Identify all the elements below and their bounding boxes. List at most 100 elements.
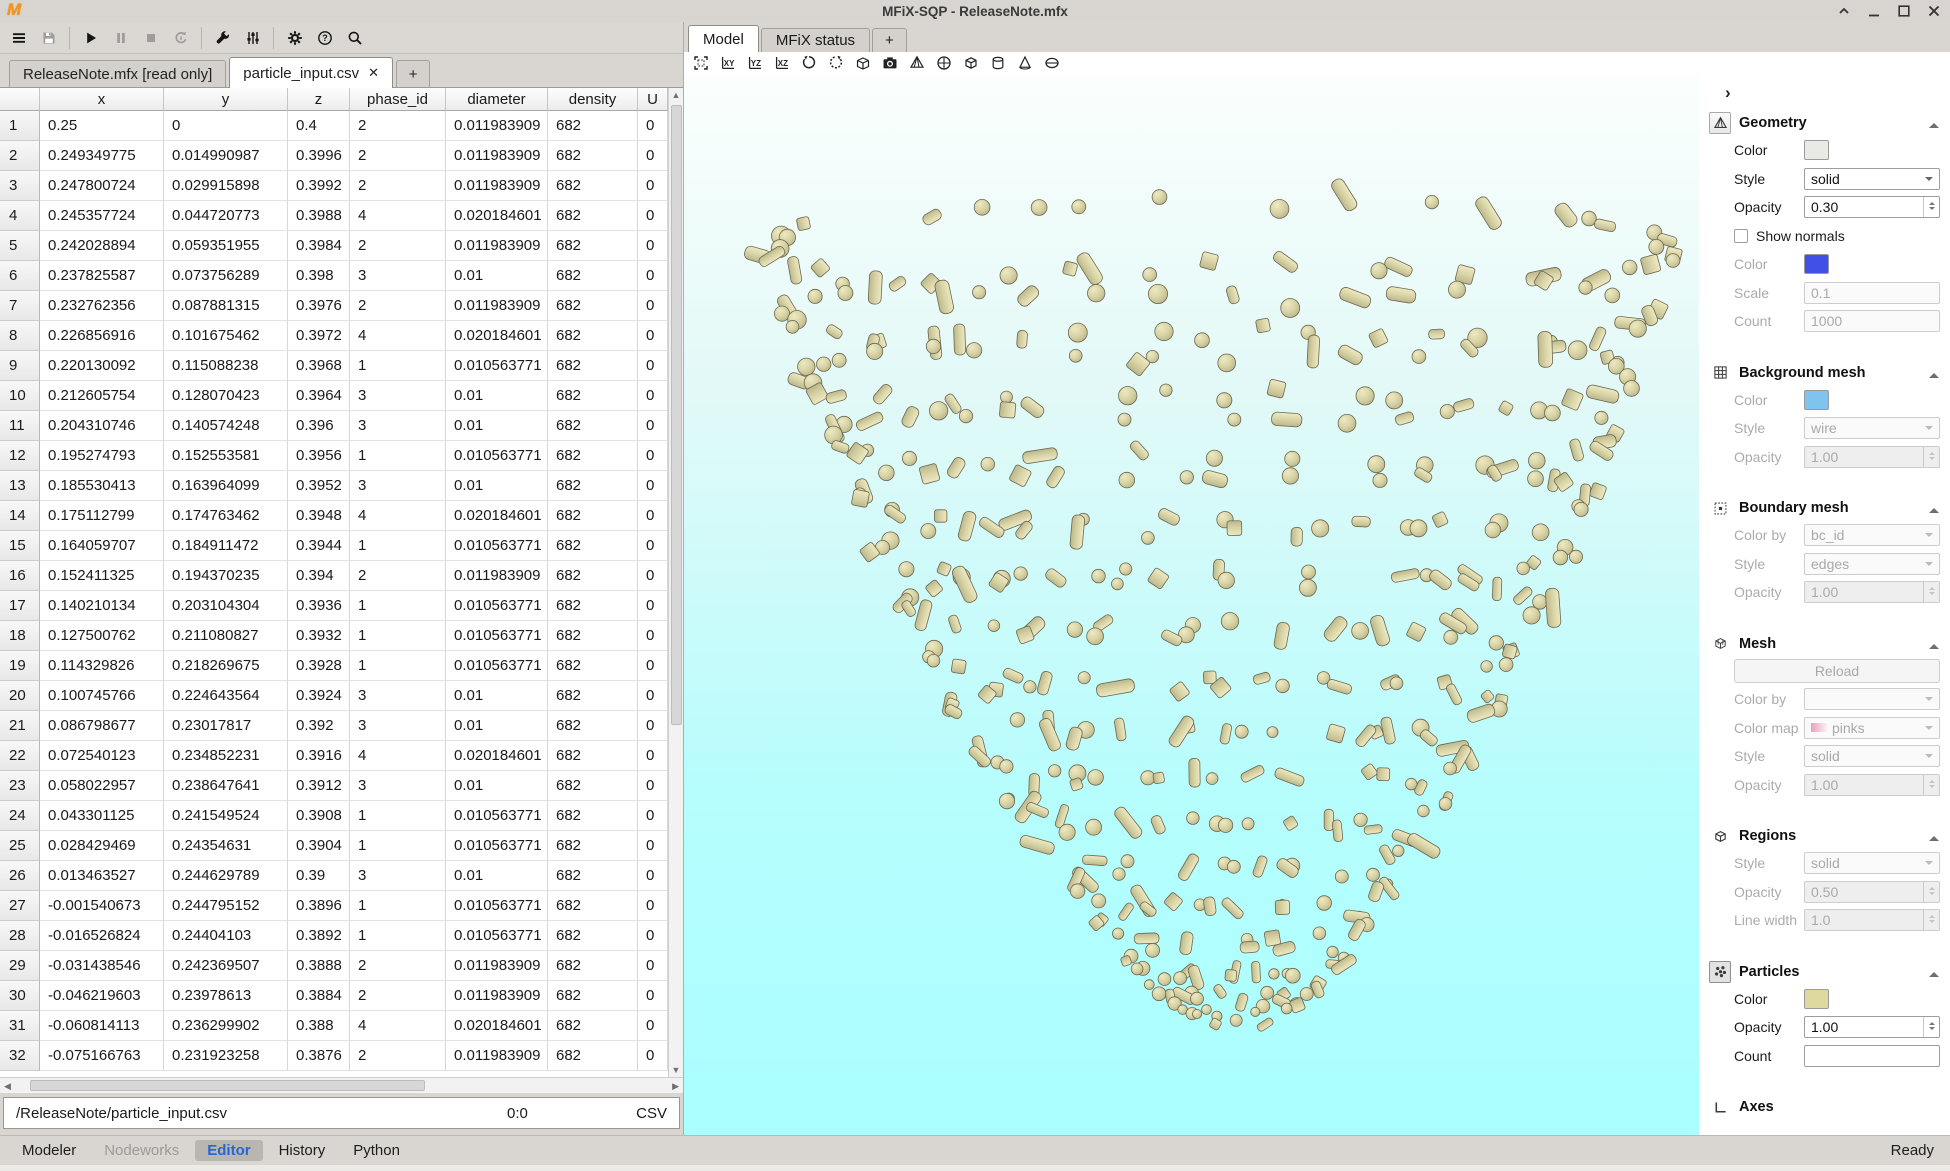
table-cell[interactable]: 0.224643564 [164, 681, 288, 711]
mode-tab-modeler[interactable]: Modeler [10, 1140, 88, 1161]
column-header[interactable]: phase_id [350, 88, 446, 111]
table-cell[interactable]: 3 [350, 861, 446, 891]
vscroll-thumb[interactable] [671, 105, 682, 725]
table-cell[interactable]: 682 [548, 801, 638, 831]
table-cell[interactable]: 0 [638, 771, 668, 801]
table-cell[interactable]: 0.010563771 [446, 591, 548, 621]
table-cell[interactable]: 0 [638, 861, 668, 891]
table-cell[interactable]: 682 [548, 291, 638, 321]
table-cell[interactable]: 0.087881315 [164, 291, 288, 321]
row-header[interactable]: 26 [0, 861, 40, 891]
table-cell[interactable]: 1 [350, 591, 446, 621]
table-cell[interactable]: 0.010563771 [446, 651, 548, 681]
table-cell[interactable]: 0.086798677 [40, 711, 164, 741]
table-cell[interactable]: 0.25 [40, 111, 164, 141]
row-header[interactable]: 11 [0, 411, 40, 441]
table-cell[interactable]: 682 [548, 831, 638, 861]
table-cell[interactable]: 682 [548, 471, 638, 501]
table-cell[interactable]: 2 [350, 1041, 446, 1071]
table-cell[interactable]: 0.3976 [288, 291, 350, 321]
particles-count-input[interactable] [1804, 1045, 1940, 1067]
table-cell[interactable]: 2 [350, 561, 446, 591]
close-icon[interactable]: ✕ [368, 65, 379, 81]
table-cell[interactable]: 0 [638, 891, 668, 921]
table-cell[interactable]: 0 [638, 441, 668, 471]
table-cell[interactable]: 0.232762356 [40, 291, 164, 321]
row-header[interactable]: 29 [0, 951, 40, 981]
tab-model[interactable]: Model [688, 25, 759, 53]
table-cell[interactable]: 0.010563771 [446, 891, 548, 921]
section-header-boundary-mesh[interactable]: Boundary mesh [1699, 495, 1950, 521]
table-cell[interactable]: 0.114329826 [40, 651, 164, 681]
collapse-arrow-icon[interactable] [1929, 967, 1939, 977]
table-cell[interactable]: 0 [638, 201, 668, 231]
table-cell[interactable]: 0.3952 [288, 471, 350, 501]
table-cell[interactable]: 1 [350, 351, 446, 381]
spin-buttons[interactable] [1923, 197, 1939, 217]
table-cell[interactable]: 0.3904 [288, 831, 350, 861]
table-cell[interactable]: 0.3932 [288, 621, 350, 651]
geometry-icon[interactable] [1709, 112, 1731, 134]
table-cell[interactable]: -0.046219603 [40, 981, 164, 1011]
build-icon[interactable] [209, 25, 236, 51]
spin-buttons[interactable] [1923, 1017, 1939, 1037]
table-cell[interactable]: 0.4 [288, 111, 350, 141]
table-cell[interactable]: 0.24354631 [164, 831, 288, 861]
row-header[interactable]: 23 [0, 771, 40, 801]
row-header[interactable]: 18 [0, 621, 40, 651]
table-cell[interactable]: 0.3988 [288, 201, 350, 231]
scroll-up-icon[interactable]: ▲ [672, 88, 681, 102]
row-header[interactable]: 19 [0, 651, 40, 681]
settings-icon[interactable] [281, 25, 308, 51]
row-header[interactable]: 21 [0, 711, 40, 741]
table-cell[interactable]: 0.010563771 [446, 531, 548, 561]
table-cell[interactable]: 0 [638, 741, 668, 771]
row-header[interactable]: 2 [0, 141, 40, 171]
cylinder-vis-icon[interactable] [988, 54, 1008, 73]
vtk-3d-viewport[interactable] [684, 74, 1699, 1135]
mode-tab-editor[interactable]: Editor [195, 1140, 262, 1161]
hscroll-thumb[interactable] [30, 1080, 425, 1091]
table-cell[interactable]: 1 [350, 651, 446, 681]
table-cell[interactable]: 0 [638, 111, 668, 141]
table-cell[interactable]: 0 [638, 231, 668, 261]
table-cell[interactable]: 0.127500762 [40, 621, 164, 651]
table-cell[interactable]: 0.3948 [288, 501, 350, 531]
collapse-arrow-icon[interactable] [1929, 831, 1939, 841]
table-cell[interactable]: 0.3972 [288, 321, 350, 351]
table-cell[interactable]: 2 [350, 951, 446, 981]
table-cell[interactable]: 0 [638, 501, 668, 531]
table-cell[interactable]: 0.3956 [288, 441, 350, 471]
row-header[interactable]: 6 [0, 261, 40, 291]
row-header[interactable]: 16 [0, 561, 40, 591]
table-cell[interactable]: 0 [638, 531, 668, 561]
row-header[interactable]: 1 [0, 111, 40, 141]
table-cell[interactable]: 0.184911472 [164, 531, 288, 561]
table-cell[interactable]: 0.020184601 [446, 501, 548, 531]
table-cell[interactable]: 4 [350, 741, 446, 771]
table-cell[interactable]: 0 [638, 651, 668, 681]
table-cell[interactable]: 0.140574248 [164, 411, 288, 441]
table-cell[interactable]: 0.236299902 [164, 1011, 288, 1041]
table-cell[interactable]: -0.016526824 [40, 921, 164, 951]
table-cell[interactable]: 3 [350, 381, 446, 411]
table-cell[interactable]: 0 [638, 171, 668, 201]
table-cell[interactable]: 0.3996 [288, 141, 350, 171]
table-cell[interactable]: 0.249349775 [40, 141, 164, 171]
table-cell[interactable]: 682 [548, 651, 638, 681]
scroll-right-icon[interactable]: ▶ [672, 1079, 679, 1093]
new-tab-button[interactable]: + [396, 60, 430, 87]
table-cell[interactable]: 3 [350, 771, 446, 801]
table-cell[interactable]: 0.23017817 [164, 711, 288, 741]
table-cell[interactable]: 682 [548, 321, 638, 351]
table-cell[interactable]: 682 [548, 501, 638, 531]
table-cell[interactable]: 0 [638, 831, 668, 861]
table-cell[interactable]: 3 [350, 471, 446, 501]
table-cell[interactable]: 0 [638, 591, 668, 621]
table-cell[interactable]: 0 [638, 1041, 668, 1071]
title-bar[interactable]: M MFiX-SQP - ReleaseNote.mfx [0, 0, 1950, 22]
table-cell[interactable]: -0.060814113 [40, 1011, 164, 1041]
table-cell[interactable]: 0.128070423 [164, 381, 288, 411]
table-cell[interactable]: 1 [350, 801, 446, 831]
table-cell[interactable]: 0.01 [446, 471, 548, 501]
